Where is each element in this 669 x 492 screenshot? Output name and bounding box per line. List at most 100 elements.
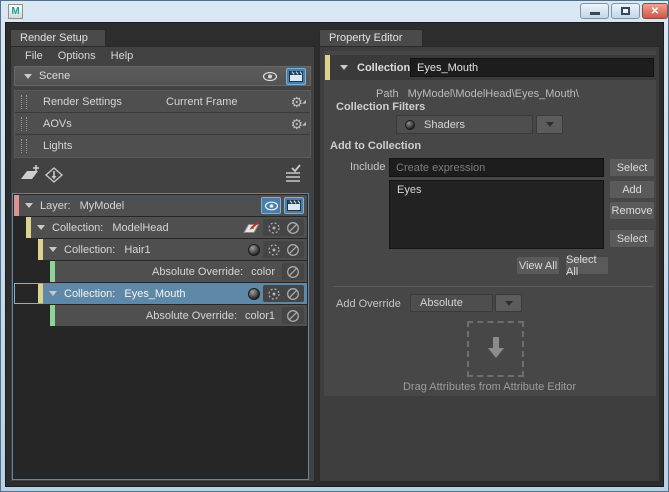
- disable-icon[interactable]: [286, 243, 300, 257]
- create-render-layer-icon[interactable]: [19, 164, 41, 186]
- close-icon: ✕: [650, 5, 660, 17]
- drag-handle-icon[interactable]: [21, 94, 27, 109]
- row-prefix: Absolute Override:: [152, 265, 244, 278]
- filters-dropdown-arrow[interactable]: [536, 115, 563, 134]
- row-prefix: Absolute Override:: [145, 309, 238, 322]
- chevron-down-icon: [545, 122, 554, 127]
- expander-icon[interactable]: [24, 73, 32, 79]
- aovs-row[interactable]: AOVs ⚙: [15, 113, 310, 135]
- isolate-select-icon[interactable]: [267, 221, 281, 235]
- add-override-label: Add Override: [336, 298, 401, 310]
- add-to-collection-label: Add to Collection: [330, 140, 422, 152]
- titlebar[interactable]: M ✕: [1, 1, 668, 22]
- isolate-select-icon[interactable]: [267, 287, 281, 301]
- remove-button[interactable]: Remove: [609, 201, 655, 220]
- expander-icon[interactable]: [25, 203, 33, 208]
- tree-row-collection-modelhead[interactable]: Collection: ModelHead: [14, 217, 307, 238]
- menu-file[interactable]: File: [25, 50, 43, 62]
- collection-color-bar: [325, 55, 330, 80]
- disable-icon[interactable]: [286, 265, 300, 279]
- expander-icon[interactable]: [37, 225, 45, 230]
- select-button[interactable]: Select: [609, 158, 655, 177]
- maya-app-icon: M: [8, 4, 23, 19]
- expander-icon[interactable]: [49, 247, 57, 252]
- filters-dropdown[interactable]: Shaders: [396, 115, 533, 134]
- scene-settings-group: Render Settings Current Frame ⚙ AOVs ⚙ L…: [14, 90, 311, 158]
- lights-row[interactable]: Lights: [15, 135, 310, 157]
- renderable-icon[interactable]: [284, 197, 304, 214]
- row-prefix: Collection:: [52, 221, 104, 234]
- maximize-icon: [621, 7, 630, 15]
- tab-property-editor[interactable]: Property Editor: [319, 29, 423, 46]
- include-label: Include: [350, 161, 386, 173]
- drop-hint-text: Drag Attributes from Attribute Editor: [402, 381, 577, 393]
- layer-toolbar: [11, 161, 314, 189]
- drop-arrow-icon: [487, 337, 504, 358]
- layer-tree: Layer: MyModel Collection: ModelHead Col…: [12, 193, 309, 480]
- shading-sphere-icon[interactable]: [248, 243, 260, 256]
- override-type-dropdown[interactable]: Absolute: [410, 294, 493, 312]
- disable-icon[interactable]: [286, 287, 300, 301]
- tab-render-setup[interactable]: Render Setup: [10, 29, 106, 46]
- scene-row[interactable]: Scene: [14, 66, 311, 86]
- row-name: color1: [245, 309, 275, 322]
- render-settings-value: Current Frame: [166, 95, 238, 108]
- row-name: Hair1: [124, 243, 151, 256]
- row-name: MyModel: [79, 199, 125, 212]
- minimize-icon: [589, 12, 600, 15]
- path-value: MyModel\ModelHead\Eyes_Mouth\: [407, 88, 579, 100]
- list-item[interactable]: Eyes: [390, 181, 603, 196]
- view-all-button[interactable]: View All: [516, 256, 560, 275]
- shading-sphere-icon[interactable]: [248, 287, 260, 300]
- isolate-select-icon[interactable]: [267, 243, 281, 257]
- select-button-2[interactable]: Select: [609, 229, 655, 248]
- override-type-selected: Absolute: [420, 297, 463, 309]
- collection-header[interactable]: Collection:: [325, 55, 656, 80]
- tree-row-collection-hair1[interactable]: Collection: Hair1: [14, 239, 307, 260]
- maximize-button[interactable]: [611, 3, 640, 19]
- row-icon-tray: [282, 263, 304, 280]
- tree-row-collection-eyes-mouth[interactable]: Collection: Eyes_Mouth: [14, 283, 307, 304]
- menu-options[interactable]: Options: [58, 50, 96, 62]
- shader-override-icon[interactable]: [243, 221, 260, 234]
- tree-row-layer-mymodel[interactable]: Layer: MyModel: [14, 195, 307, 216]
- visibility-eye-icon[interactable]: [261, 197, 281, 214]
- override-dropdown-arrow[interactable]: [495, 294, 522, 312]
- close-button[interactable]: ✕: [642, 3, 668, 19]
- gear-icon[interactable]: ⚙: [290, 92, 305, 112]
- drag-handle-icon[interactable]: [21, 139, 27, 153]
- attribute-drop-target[interactable]: [467, 321, 524, 377]
- window-content: Render Setup File Options Help Scene Ren…: [5, 22, 664, 487]
- row-icon-tray: [263, 241, 304, 258]
- section-divider: [333, 286, 654, 287]
- render-settings-row[interactable]: Render Settings Current Frame ⚙: [15, 91, 310, 113]
- row-icon-tray: [263, 285, 304, 302]
- property-editor-panel: Collection: Path MyModel\ModelHead\Eyes_…: [319, 46, 660, 482]
- row-prefix: Layer:: [40, 199, 71, 212]
- menu-help[interactable]: Help: [111, 50, 134, 62]
- checklist-icon[interactable]: [283, 164, 305, 186]
- row-icon-tray: [282, 307, 304, 324]
- eye-icon[interactable]: [262, 71, 278, 82]
- expander-icon[interactable]: [49, 291, 57, 296]
- disable-icon[interactable]: [286, 309, 300, 323]
- scene-label: Scene: [39, 70, 71, 82]
- add-button[interactable]: Add: [609, 180, 655, 199]
- select-all-button[interactable]: Select All: [565, 254, 609, 278]
- tree-row-override-color[interactable]: Absolute Override: color: [14, 261, 307, 282]
- include-expression-input[interactable]: [389, 158, 604, 177]
- gear-icon[interactable]: ⚙: [290, 114, 305, 134]
- disable-icon[interactable]: [286, 221, 300, 235]
- row-name: Eyes_Mouth: [124, 287, 186, 300]
- renderable-icon[interactable]: [286, 67, 306, 85]
- minimize-button[interactable]: [580, 3, 609, 19]
- drag-handle-icon[interactable]: [21, 116, 27, 131]
- filters-selected: Shaders: [424, 118, 465, 131]
- collection-name-field[interactable]: [410, 58, 654, 77]
- chevron-down-icon: [504, 300, 513, 306]
- shaders-sphere-icon: [405, 119, 415, 130]
- create-collection-icon[interactable]: [44, 164, 66, 186]
- collection-members-list[interactable]: Eyes: [389, 180, 604, 249]
- tree-row-override-color1[interactable]: Absolute Override: color1: [14, 305, 307, 326]
- expander-icon[interactable]: [340, 65, 348, 70]
